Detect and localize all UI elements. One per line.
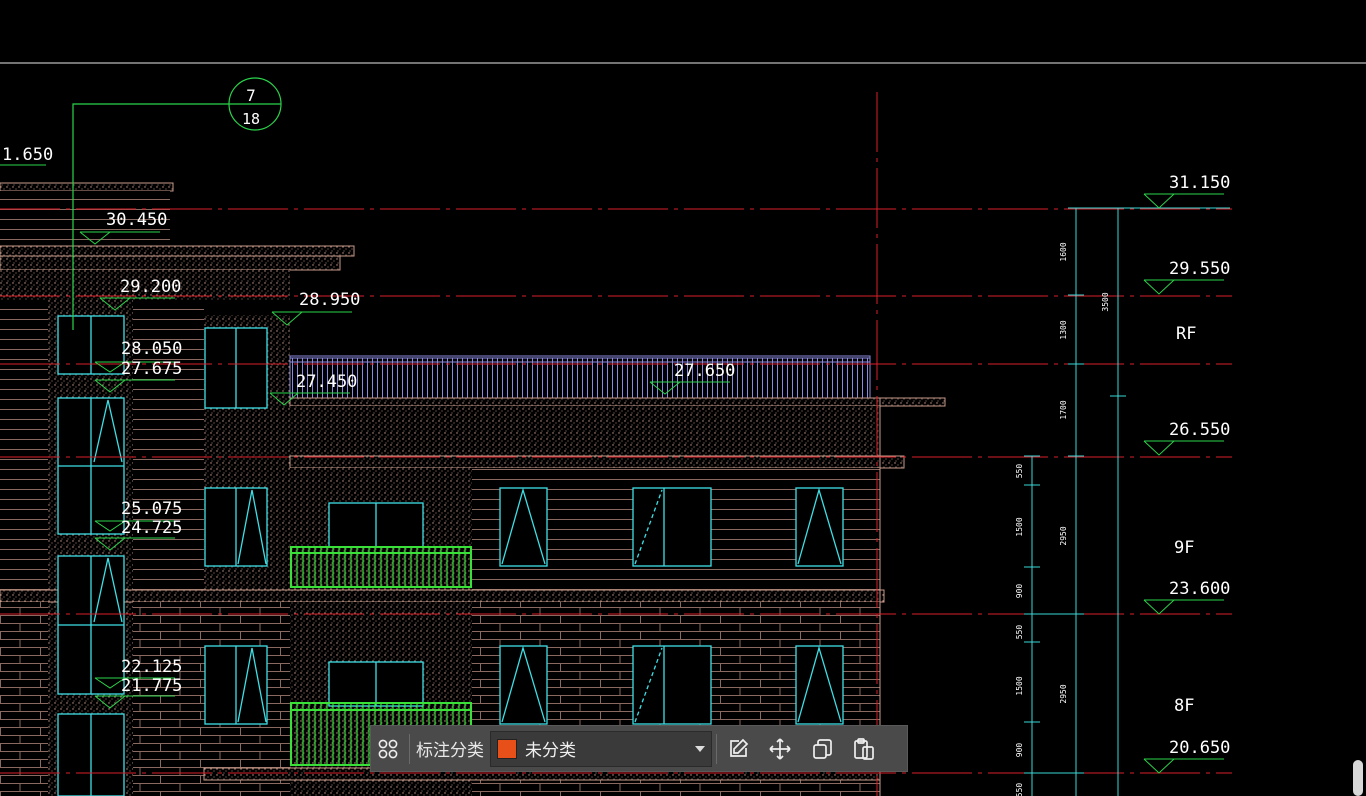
annotation-toolbar: 标注分类 未分类 <box>370 725 908 772</box>
dim-1600: 1600 <box>1059 242 1068 261</box>
dim-1500-a: 1500 <box>1015 517 1024 536</box>
dimension-values-outer: 1600 1300 1700 2950 2950 3500 <box>1059 242 1110 703</box>
dim-2950-a: 2950 <box>1059 526 1068 545</box>
elev-23600: 23.600 <box>1169 579 1230 599</box>
floor-label-8f: 8F <box>1174 696 1194 716</box>
floor-label-9f: 9F <box>1174 538 1194 558</box>
grid-icon[interactable] <box>371 732 405 766</box>
elev-28050: 28.050 <box>121 339 182 359</box>
dim-3500: 3500 <box>1101 292 1110 311</box>
category-value: 未分类 <box>525 741 576 761</box>
elev-31150: 31.150 <box>1169 173 1230 193</box>
elev-20650: 20.650 <box>1169 738 1230 758</box>
vertical-scrollbar-thumb[interactable] <box>1353 760 1363 796</box>
edit-icon[interactable] <box>721 732 755 766</box>
copy-icon[interactable] <box>805 732 839 766</box>
elev-26550: 26.550 <box>1169 420 1230 440</box>
dim-2950-b: 2950 <box>1059 684 1068 703</box>
elev-27450: 27.450 <box>296 372 357 392</box>
dim-1300: 1300 <box>1059 320 1068 339</box>
elev-1650: 1.650 <box>2 145 53 165</box>
elev-24725: 24.725 <box>121 518 182 538</box>
dim-900-a: 900 <box>1015 584 1024 599</box>
paste-icon[interactable] <box>847 732 881 766</box>
elev-27650: 27.650 <box>674 361 735 381</box>
dim-550-a: 550 <box>1015 464 1024 479</box>
elev-28950: 28.950 <box>299 290 360 310</box>
callout-sheet: 18 <box>242 110 260 128</box>
elevation-labels-right: 31.150 29.550 26.550 23.600 20.650 <box>1169 173 1230 758</box>
elev-27675: 27.675 <box>121 359 182 379</box>
move-icon[interactable] <box>763 732 797 766</box>
toolbar-separator <box>716 733 717 764</box>
category-color-swatch <box>497 738 517 759</box>
dim-900-b: 900 <box>1015 743 1024 758</box>
elev-21775: 21.775 <box>121 676 182 696</box>
floor-label-rf: RF <box>1176 324 1196 344</box>
elev-29550: 29.550 <box>1169 259 1230 279</box>
category-dropdown[interactable]: 未分类 <box>490 730 712 767</box>
dim-1700: 1700 <box>1059 400 1068 419</box>
callout-number: 7 <box>246 86 256 105</box>
elev-22125: 22.125 <box>121 657 182 677</box>
dim-550-b: 550 <box>1015 625 1024 640</box>
elev-30450: 30.450 <box>106 210 167 230</box>
elev-25075: 25.075 <box>121 499 182 519</box>
toolbar-separator <box>409 733 410 764</box>
cad-drawing-canvas[interactable]: 7 18 1600 1300 1700 2950 2950 3500 550 1… <box>0 0 1366 796</box>
category-label: 标注分类 <box>416 741 484 761</box>
floor-labels: RF 9F 8F <box>1174 324 1196 716</box>
dim-1500-b: 1500 <box>1015 676 1024 695</box>
dim-550-c: 550 <box>1015 783 1024 796</box>
elev-29200: 29.200 <box>120 277 181 297</box>
chevron-down-icon <box>695 745 705 752</box>
dimension-values-inner: 550 1500 900 550 1500 900 550 <box>1015 464 1024 796</box>
